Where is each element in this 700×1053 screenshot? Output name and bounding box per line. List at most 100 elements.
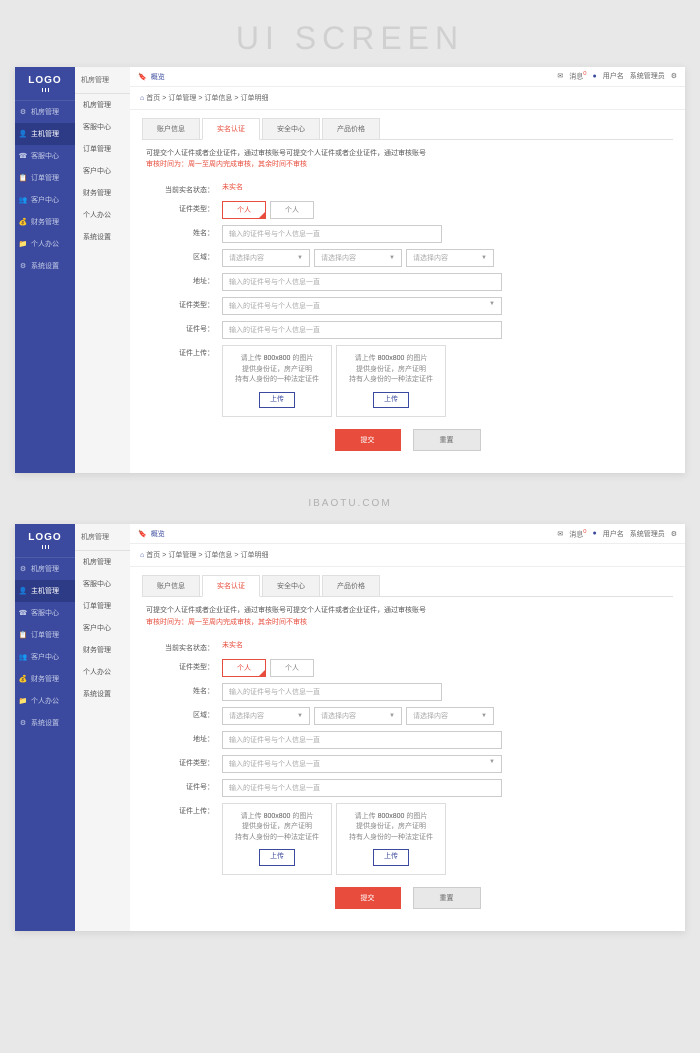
tab-verify[interactable]: 实名认证 [202, 575, 260, 597]
overview-label: 概览 [151, 72, 165, 82]
app-window-2: LOGO ⚙机房管理 👤主机管理 ☎客服中心 📋订单管理 👥客户中心 💰财务管理… [15, 524, 685, 930]
region-label: 区域： [142, 249, 222, 262]
nav-service[interactable]: ☎客服中心 [15, 145, 75, 167]
nav-room-mgmt[interactable]: ⚙机房管理 [15, 558, 75, 580]
admin-label[interactable]: 系统管理员 [630, 529, 665, 539]
address-label: 地址： [142, 273, 222, 286]
main-content: 🔖 概览 ✉ 消息0 ● 用户名 系统管理员 ⚙ ⌂ 首页> 订单管理> 订单信… [130, 67, 685, 473]
region-sel-1[interactable]: 请选择内容▼ [222, 707, 310, 725]
gear-icon: ⚙ [19, 719, 27, 727]
admin-label[interactable]: 系统管理员 [630, 71, 665, 81]
upload-button-2[interactable]: 上传 [373, 849, 409, 866]
sec-item[interactable]: 客服中心 [75, 116, 130, 138]
mail-icon[interactable]: ✉ [557, 72, 563, 80]
sec-item[interactable]: 客户中心 [75, 160, 130, 182]
username[interactable]: 用户名 [603, 71, 624, 81]
cert-no-input[interactable]: 输入的证件号与个人信息一直 [222, 321, 502, 339]
nav-system[interactable]: ⚙系统设置 [15, 255, 75, 277]
submit-button[interactable]: 提交 [335, 887, 401, 909]
sec-item[interactable]: 机房管理 [75, 94, 130, 116]
address-label: 地址： [142, 731, 222, 744]
list-icon: 📋 [19, 174, 27, 182]
users-icon: 👥 [19, 196, 27, 204]
tab-account[interactable]: 账户信息 [142, 575, 200, 596]
region-sel-2[interactable]: 请选择内容▼ [314, 249, 402, 267]
upload-label: 证件上传： [142, 803, 222, 816]
tab-verify[interactable]: 实名认证 [202, 118, 260, 140]
sec-item[interactable]: 财务管理 [75, 182, 130, 204]
name-input[interactable]: 输入的证件号与个人信息一直 [222, 225, 442, 243]
cert-kind-input[interactable]: 输入的证件号与个人信息一直▼ [222, 297, 502, 315]
sec-item[interactable]: 客户中心 [75, 617, 130, 639]
notice: 可提交个人证件或者企业证件，通过审核账号可提交个人证件或者企业证件，通过审核账号… [142, 597, 673, 635]
nav-host-mgmt[interactable]: 👤主机管理 [15, 580, 75, 602]
tab-security[interactable]: 安全中心 [262, 575, 320, 596]
upload-button-2[interactable]: 上传 [373, 392, 409, 409]
region-sel-3[interactable]: 请选择内容▼ [406, 707, 494, 725]
sec-header: 机房管理 [75, 524, 130, 551]
upload-button-1[interactable]: 上传 [259, 392, 295, 409]
home-icon[interactable]: ⌂ [140, 95, 144, 102]
region-sel-2[interactable]: 请选择内容▼ [314, 707, 402, 725]
upload-box-1: 请上传 800x800 的图片 提供身份证，房产证明 持有人身份的一种法定证件 … [222, 803, 332, 875]
address-input[interactable]: 输入的证件号与个人信息一直 [222, 731, 502, 749]
nav-customer[interactable]: 👥客户中心 [15, 646, 75, 668]
username[interactable]: 用户名 [603, 529, 624, 539]
sec-item[interactable]: 系统设置 [75, 683, 130, 705]
region-sel-3[interactable]: 请选择内容▼ [406, 249, 494, 267]
breadcrumb: ⌂ 首页> 订单管理> 订单信息> 订单明细 [130, 544, 685, 567]
sec-item[interactable]: 订单管理 [75, 138, 130, 160]
phone-icon: ☎ [19, 152, 27, 160]
sec-item[interactable]: 客服中心 [75, 573, 130, 595]
submit-button[interactable]: 提交 [335, 429, 401, 451]
nav-finance[interactable]: 💰财务管理 [15, 668, 75, 690]
nav-personal[interactable]: 📁个人办公 [15, 233, 75, 255]
nav-finance[interactable]: 💰财务管理 [15, 211, 75, 233]
nav-system[interactable]: ⚙系统设置 [15, 712, 75, 734]
cert-kind-input[interactable]: 输入的证件号与个人信息一直▼ [222, 755, 502, 773]
address-input[interactable]: 输入的证件号与个人信息一直 [222, 273, 502, 291]
sec-item[interactable]: 系统设置 [75, 226, 130, 248]
topbar: 🔖 概览 ✉ 消息0 ● 用户名 系统管理员 ⚙ [130, 67, 685, 87]
user-icon: ● [592, 530, 596, 537]
home-icon[interactable]: ⌂ [140, 552, 144, 559]
upload-button-1[interactable]: 上传 [259, 849, 295, 866]
dropdown-icon[interactable]: ⚙ [671, 530, 677, 538]
reset-button[interactable]: 重置 [413, 429, 481, 451]
sec-item[interactable]: 个人办公 [75, 204, 130, 226]
radio-personal[interactable]: 个人 [222, 201, 266, 219]
radio-personal[interactable]: 个人 [222, 659, 266, 677]
nav-service[interactable]: ☎客服中心 [15, 602, 75, 624]
reset-button[interactable]: 重置 [413, 887, 481, 909]
radio-personal-2[interactable]: 个人 [270, 201, 314, 219]
upload-label: 证件上传： [142, 345, 222, 358]
nav-order[interactable]: 📋订单管理 [15, 624, 75, 646]
sec-item[interactable]: 个人办公 [75, 661, 130, 683]
tab-security[interactable]: 安全中心 [262, 118, 320, 139]
sec-item[interactable]: 订单管理 [75, 595, 130, 617]
topbar: 🔖 概览 ✉ 消息0 ● 用户名 系统管理员 ⚙ [130, 524, 685, 544]
gear-icon: ⚙ [19, 565, 27, 573]
status-label: 当前实名状态： [142, 640, 222, 653]
radio-personal-2[interactable]: 个人 [270, 659, 314, 677]
status-value: 未实名 [222, 182, 243, 192]
nav-order[interactable]: 📋订单管理 [15, 167, 75, 189]
user-icon: 👤 [19, 130, 27, 138]
nav-room-mgmt[interactable]: ⚙机房管理 [15, 101, 75, 123]
tab-account[interactable]: 账户信息 [142, 118, 200, 139]
region-sel-1[interactable]: 请选择内容▼ [222, 249, 310, 267]
bookmark-icon: 🔖 [138, 73, 147, 81]
logo: LOGO [15, 67, 75, 101]
dropdown-icon[interactable]: ⚙ [671, 72, 677, 80]
sec-item[interactable]: 财务管理 [75, 639, 130, 661]
nav-personal[interactable]: 📁个人办公 [15, 690, 75, 712]
cert-no-input[interactable]: 输入的证件号与个人信息一直 [222, 779, 502, 797]
tab-price[interactable]: 产品价格 [322, 118, 380, 139]
sec-item[interactable]: 机房管理 [75, 551, 130, 573]
sec-header: 机房管理 [75, 67, 130, 94]
name-input[interactable]: 输入的证件号与个人信息一直 [222, 683, 442, 701]
mail-icon[interactable]: ✉ [557, 530, 563, 538]
nav-host-mgmt[interactable]: 👤主机管理 [15, 123, 75, 145]
tab-price[interactable]: 产品价格 [322, 575, 380, 596]
nav-customer[interactable]: 👥客户中心 [15, 189, 75, 211]
